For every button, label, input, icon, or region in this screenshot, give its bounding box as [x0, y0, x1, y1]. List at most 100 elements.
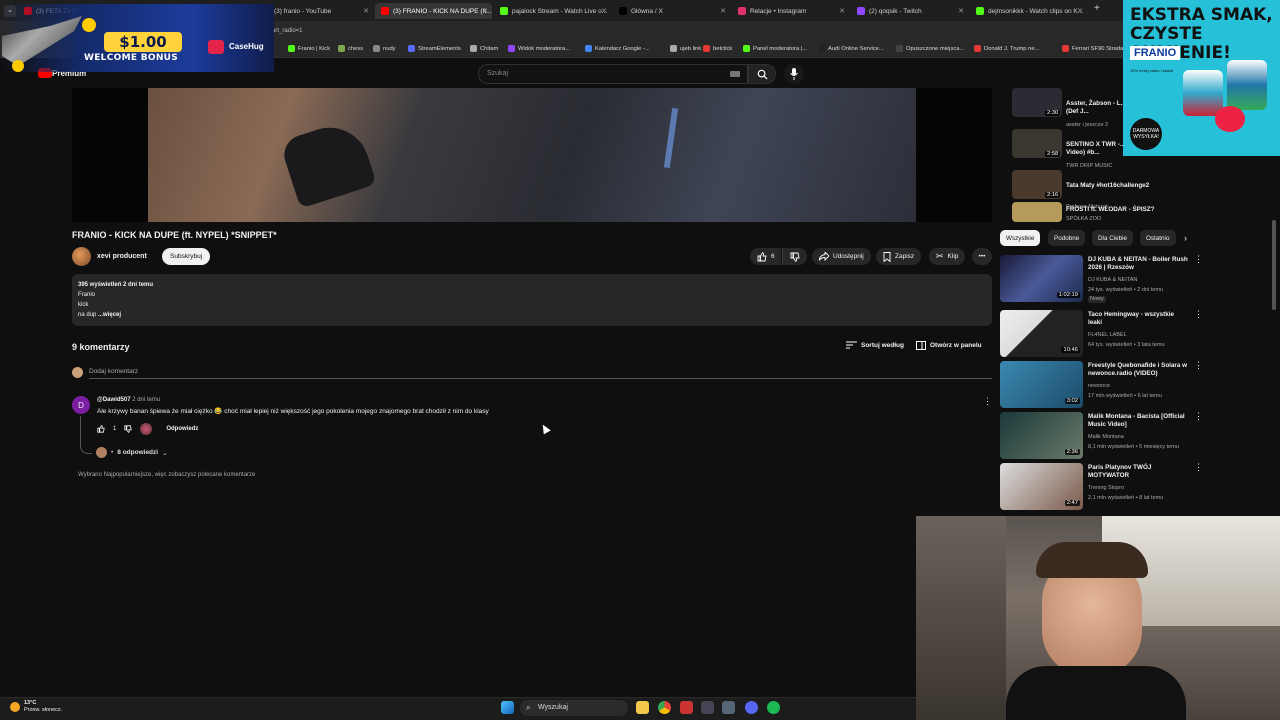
dislike-button[interactable]	[782, 248, 807, 265]
recommended-video[interactable]: 1:02:19 DJ KUBA & NEITAN - Boiler Rush 20…	[1000, 255, 1203, 303]
recommended-video[interactable]: 3:02 Freestyle Quebonafide i Solara w new…	[1000, 361, 1203, 409]
search-button[interactable]	[748, 64, 776, 84]
video-title[interactable]: Freestyle Quebonafide i Solara w newonce…	[1088, 362, 1188, 378]
recommended-video[interactable]: 2:47 Paris Platynov TWÓJ MOTYWATOR Trening…	[1000, 463, 1203, 511]
channel-avatar[interactable]	[72, 247, 91, 266]
video-title[interactable]: Taco Hemingway - wszystkie leaki	[1088, 311, 1188, 327]
description-box[interactable]: 395 wyświetleń 2 dni temu Franio kick na…	[72, 274, 992, 326]
comment-menu-icon[interactable]: ⋮	[983, 396, 992, 407]
search-input[interactable]: Szukaj	[478, 64, 748, 84]
video-channel[interactable]: newonce	[1088, 383, 1198, 390]
subscribe-button[interactable]: Subskrybuj	[162, 248, 211, 265]
recommended-video[interactable]: FROSTI ft. WŁODAR - ŚPISZ? SPÓŁKA ZOO	[1012, 202, 1212, 232]
comment-dislike-icon[interactable]	[124, 425, 133, 433]
browser-tab[interactable]: (3) FRANIO - KICK NA DUPE (ft... ✕	[375, 3, 492, 19]
chrome-icon[interactable]	[658, 701, 671, 714]
video-title[interactable]: Malik Montana - Bacista [Official Music …	[1088, 413, 1188, 429]
reply-button[interactable]: Odpowiedz	[166, 426, 198, 432]
bookmark-item[interactable]: Donald J. Trump ne...	[974, 45, 1039, 52]
browser-tab[interactable]: Relacje • Instagram ✕	[732, 3, 849, 19]
open-in-panel-button[interactable]: Otwórz w panelu	[916, 341, 982, 350]
recommended-video[interactable]: 10:46 Taco Hemingway - wszystkie leaki FL4…	[1000, 310, 1203, 358]
taskbar-search[interactable]: Wyszukaj	[520, 700, 628, 716]
recommended-video[interactable]: 2:16 Tata Maty #hot16challenge2 Profesor M…	[1012, 170, 1212, 210]
chip-all[interactable]: Wszystkie	[1000, 230, 1041, 246]
video-thumbnail[interactable]	[1012, 202, 1062, 222]
bookmark-item[interactable]: Widok moderatora...	[508, 45, 570, 52]
app-icon[interactable]	[680, 701, 693, 714]
video-menu-icon[interactable]: ⋮	[1194, 255, 1203, 264]
bookmark-item[interactable]: betclick	[703, 45, 732, 52]
bookmark-item[interactable]: Franio | Kick	[288, 45, 330, 52]
chevron-right-icon[interactable]: ›	[1184, 233, 1187, 243]
replier-avatar	[96, 447, 107, 458]
view-replies-button[interactable]: • 8 odpowiedzi ⌄	[96, 447, 168, 458]
video-channel[interactable]: Trening Stopro	[1088, 485, 1198, 492]
bookmark-item[interactable]: Ferrari SF90 Stradal...	[1062, 45, 1129, 52]
bookmark-item[interactable]: Panel moderatora |...	[743, 45, 807, 52]
close-tab-icon[interactable]: ✕	[601, 7, 607, 15]
browser-tab[interactable]: pajalock Stream - Watch Live o... ✕	[494, 3, 611, 19]
video-channel[interactable]: TWR DRIP MUSIC	[1066, 163, 1170, 170]
video-menu-icon[interactable]: ⋮	[1194, 412, 1203, 421]
sort-label: Sortuj według	[861, 341, 904, 349]
comment-author-avatar[interactable]: D	[72, 396, 90, 414]
browser-tab[interactable]: (2) qoqsik - Twitch ✕	[851, 3, 968, 19]
browser-tab[interactable]: Główna / X ✕	[613, 3, 730, 19]
video-player[interactable]	[72, 88, 992, 222]
share-button[interactable]: Udostępnij	[812, 248, 871, 265]
chip-similar[interactable]: Podobne	[1048, 230, 1086, 246]
chip-for-you[interactable]: Dla Ciebie	[1092, 230, 1134, 246]
close-tab-icon[interactable]: ✕	[958, 7, 964, 15]
keyboard-icon[interactable]	[730, 71, 740, 77]
browser-tab[interactable]: dejmsonikkk - Watch clips on K... ✕	[970, 3, 1087, 19]
bookmark-item[interactable]: ujeb link	[670, 45, 701, 52]
settings-icon[interactable]	[722, 701, 735, 714]
channel-name[interactable]: xevi producent	[97, 253, 147, 260]
bookmark-item[interactable]: chess	[338, 45, 363, 52]
voice-search-button[interactable]	[784, 64, 804, 84]
video-menu-icon[interactable]: ⋮	[1194, 361, 1203, 370]
bookmark-item[interactable]: Audi Online Service...	[818, 45, 884, 52]
bookmark-item[interactable]: StreamElements	[408, 45, 461, 52]
video-title[interactable]: FROSTI ft. WŁODAR - ŚPISZ?	[1066, 206, 1170, 214]
close-tab-icon[interactable]: ✕	[1077, 7, 1083, 15]
video-menu-icon[interactable]: ⋮	[1194, 310, 1203, 319]
bookmark-item[interactable]: Chitam	[470, 45, 498, 52]
tab-title: (3) FRANIO - KICK NA DUPE (ft...	[393, 7, 492, 15]
discord-icon[interactable]	[745, 701, 758, 714]
sort-comments-button[interactable]: Sortuj według	[846, 341, 904, 349]
new-tab-button[interactable]: +	[1094, 3, 1100, 14]
bookmark-item[interactable]: Kalendarz Google -...	[585, 45, 650, 52]
close-tab-icon[interactable]: ✕	[482, 7, 488, 15]
video-channel[interactable]: SPÓŁKA ZOO	[1066, 216, 1170, 223]
comment-like-icon[interactable]	[97, 425, 105, 433]
clip-button[interactable]: ✂ Klip	[929, 248, 966, 265]
video-title[interactable]: Tata Maty #hot16challenge2	[1066, 182, 1170, 190]
comment-author[interactable]: @Dawid507	[97, 397, 131, 403]
add-comment-input[interactable]: Dodaj komentarz	[89, 368, 992, 379]
video-channel[interactable]: DJ KUBA & NEITAN	[1088, 277, 1198, 284]
sidebar-scrollbar[interactable]	[1272, 220, 1276, 310]
video-channel[interactable]: FL4NEL LABEL	[1088, 332, 1198, 339]
more-actions-button[interactable]: •••	[972, 248, 992, 265]
save-button[interactable]: Zapisz	[876, 248, 922, 265]
bookmark-item[interactable]: nudy	[373, 45, 396, 52]
close-tab-icon[interactable]: ✕	[363, 7, 369, 15]
app-icon[interactable]	[701, 701, 714, 714]
video-menu-icon[interactable]: ⋮	[1194, 463, 1203, 472]
spotify-icon[interactable]	[767, 701, 780, 714]
like-button[interactable]: 6	[750, 248, 781, 265]
chip-recent[interactable]: Ostatnio	[1140, 230, 1176, 246]
video-title[interactable]: Paris Platynov TWÓJ MOTYWATOR	[1088, 464, 1188, 480]
bookmark-item[interactable]: Opuszczone miejsca...	[896, 45, 964, 52]
recommended-video[interactable]: 2:36 Malik Montana - Bacista [Official Mu…	[1000, 412, 1203, 460]
description-more-link[interactable]: ...więcej	[98, 312, 121, 318]
weather-widget[interactable]: 13°C Przew. słonecz.	[24, 700, 62, 714]
file-explorer-icon[interactable]	[636, 701, 649, 714]
start-menu-icon[interactable]	[501, 701, 514, 714]
video-channel[interactable]: Malik Montana	[1088, 434, 1198, 441]
close-tab-icon[interactable]: ✕	[720, 7, 726, 15]
video-title[interactable]: DJ KUBA & NEITAN - Boiler Rush 2026 | Rz…	[1088, 256, 1188, 272]
close-tab-icon[interactable]: ✕	[839, 7, 845, 15]
